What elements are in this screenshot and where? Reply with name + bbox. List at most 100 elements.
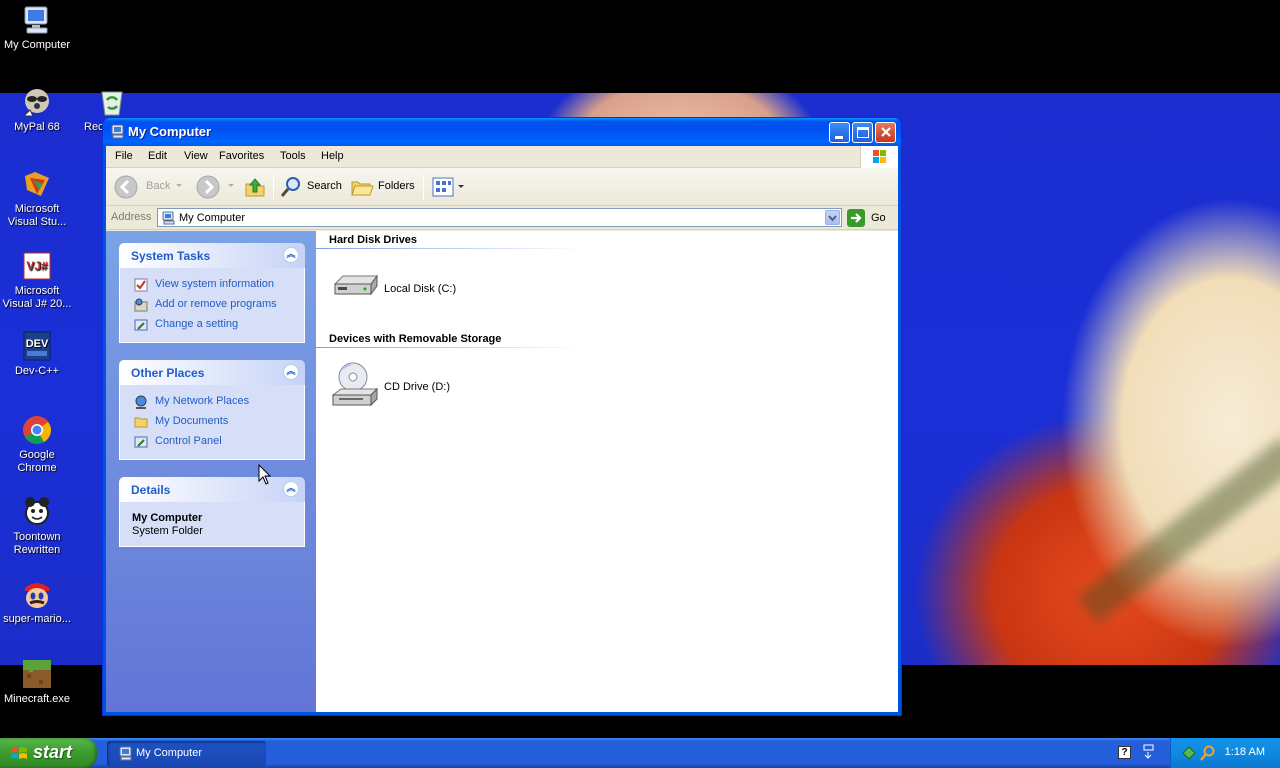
window-client-area: File Edit View Favorites Tools Help Back [106,146,898,712]
system-tasks-panel: System Tasks ︽ View system information A… [119,243,305,343]
task-view-system-information[interactable]: View system information [132,276,304,296]
address-value: My Computer [179,212,246,224]
drive-label: CD Drive (D:) [384,381,450,393]
task-pane: System Tasks ︽ View system information A… [106,231,316,712]
up-folder-icon [243,175,267,202]
place-my-network-places[interactable]: My Network Places [132,393,304,413]
views-dropdown-icon [458,185,464,188]
other-places-panel: Other Places ︽ My Network Places My Docu… [119,360,305,460]
start-button[interactable]: start [0,738,97,768]
system-tasks-header[interactable]: System Tasks ︽ [119,243,305,268]
search-button[interactable]: Search [279,175,343,199]
close-button[interactable] [875,122,896,143]
computer-icon [21,4,53,36]
desktop-icon-visual-studio[interactable]: Microsoft Visual Stu... [0,168,74,229]
place-label: My Documents [155,415,229,427]
details-name: My Computer [132,512,203,524]
other-places-title: Other Places [131,366,205,380]
group-divider [316,347,586,348]
menu-file[interactable]: File [115,150,133,162]
go-button[interactable]: Go [847,209,895,227]
group-header-removable-storage: Devices with Removable Storage [329,333,502,345]
close-icon [879,125,893,139]
views-button[interactable] [430,175,466,199]
add-remove-programs-icon [134,298,148,312]
desktop-icon-label: Microsoft Visual J# 20... [2,285,72,310]
system-tasks-title: System Tasks [131,249,211,263]
svg-text:DEV: DEV [26,338,49,350]
details-type: System Folder [132,525,203,537]
language-bar: ? [1115,744,1160,762]
restore-language-bar-icon[interactable] [1143,744,1155,760]
collapse-chevron-icon[interactable]: ︽ [283,481,299,497]
task-change-setting[interactable]: Change a setting [132,316,304,336]
desktop-icon-my-computer[interactable]: My Computer [0,4,74,52]
folders-label: Folders [378,180,415,192]
control-panel-icon [134,318,148,332]
network-icon[interactable] [1181,745,1197,764]
network-places-icon [134,395,148,409]
details-title: Details [131,483,171,497]
forward-button[interactable] [194,175,224,199]
svg-text:VJ#: VJ# [26,259,48,273]
system-information-icon [134,278,148,292]
back-dropdown-icon[interactable] [176,184,182,187]
other-places-header[interactable]: Other Places ︽ [119,360,305,385]
up-folder-button[interactable] [243,175,269,199]
back-label: Back [146,180,171,192]
drive-local-disk-c[interactable]: Local Disk (C:) [331,264,471,314]
help-icon[interactable]: ? [1118,746,1131,759]
folders-icon [350,175,374,202]
menu-help[interactable]: Help [321,150,344,162]
menu-view[interactable]: View [184,150,208,162]
desktop-icon-mypal[interactable]: MyPal 68 [0,86,74,134]
search-icon[interactable] [1200,745,1216,764]
task-label: Change a setting [155,318,239,330]
file-list-view: Hard Disk Drives Local Disk (C:) Devices… [316,231,898,712]
address-dropdown-button[interactable] [825,210,840,225]
windows-logo-icon [10,745,28,761]
address-bar: Address My Computer Go [106,206,898,230]
raccoon-icon [21,86,53,118]
desktop-icon-visual-jsharp[interactable]: VJ# Microsoft Visual J# 20... [0,250,74,311]
chrome-icon [21,414,53,446]
address-input[interactable]: My Computer [157,208,842,227]
desktop-icon-minecraft[interactable]: Minecraft.exe [0,658,74,706]
desktop-icon-label: Dev-C++ [14,365,60,377]
minimize-button[interactable] [829,122,850,143]
menu-edit[interactable]: Edit [148,150,167,162]
visual-jsharp-icon: VJ# [21,250,53,282]
taskbar-button-my-computer[interactable]: My Computer [107,741,266,766]
desktop-icon-dev-cpp[interactable]: DEV Dev-C++ [0,330,74,378]
menu-favorites[interactable]: Favorites [219,150,264,162]
drive-cd-d[interactable]: CD Drive (D:) [331,361,471,411]
desktop-icon-label: Google Chrome [17,449,57,474]
drive-label: Local Disk (C:) [384,283,457,295]
desktop-icon-label: MyPal 68 [14,121,60,133]
back-arrow-icon [114,175,138,202]
hard-disk-icon [331,264,379,312]
folders-button[interactable]: Folders [350,175,416,199]
minimize-icon [835,136,843,139]
collapse-chevron-icon[interactable]: ︽ [283,247,299,263]
desktop-icon-google-chrome[interactable]: Google Chrome [0,414,74,475]
collapse-chevron-icon[interactable]: ︽ [283,364,299,380]
window-titlebar[interactable]: My Computer [103,118,901,146]
start-label: start [33,742,73,762]
minecraft-icon [21,658,53,690]
forward-dropdown-icon[interactable] [228,184,234,187]
task-add-remove-programs[interactable]: Add or remove programs [132,296,304,316]
desktop-icon-super-mario[interactable]: super-mario... [0,578,74,626]
dev-cpp-icon: DEV [21,330,53,362]
details-header[interactable]: Details ︽ [119,477,305,502]
my-computer-window: My Computer File Edit View Favorites Too… [103,118,901,715]
menu-bar: File Edit View Favorites Tools Help [106,146,898,168]
back-button[interactable]: Back [114,175,176,199]
mouse-cursor-icon [258,463,272,486]
place-control-panel[interactable]: Control Panel [132,433,304,453]
desktop-icon-toontown[interactable]: Toontown Rewritten [0,496,74,557]
menu-tools[interactable]: Tools [280,150,306,162]
place-my-documents[interactable]: My Documents [132,413,304,433]
toontown-icon [21,496,53,528]
maximize-button[interactable] [852,122,873,143]
